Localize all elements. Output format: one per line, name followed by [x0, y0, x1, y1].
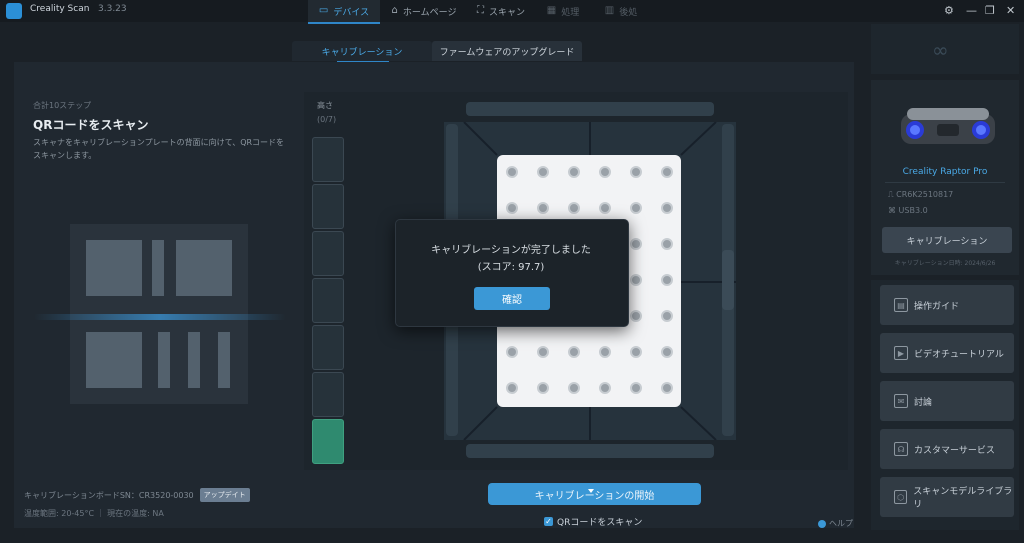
plate-dot — [568, 202, 580, 214]
plate-dot — [568, 382, 580, 394]
guide-icon: ▤ — [894, 298, 908, 312]
serial-icon: ⎍ — [888, 190, 897, 199]
height-segment — [312, 137, 344, 182]
scanner-image — [901, 108, 995, 144]
mouse-cursor-icon — [588, 489, 594, 493]
plate-dot — [506, 382, 518, 394]
height-value: (0/7) — [317, 115, 337, 124]
tab-scan[interactable]: ⛶ スキャン — [470, 0, 532, 22]
minimize-icon[interactable]: — — [966, 4, 977, 17]
completion-dialog — [395, 219, 629, 327]
step-count: 合計10ステップ — [33, 101, 92, 110]
height-segment — [312, 372, 344, 417]
height-segment — [312, 419, 344, 464]
height-segment — [312, 231, 344, 276]
subtab-calibration[interactable]: キャリブレーション — [292, 41, 432, 61]
menu-item-video[interactable]: ▶ ビデオチュートリアル — [880, 333, 1014, 373]
support-icon: ☊ — [894, 442, 908, 456]
rail-top — [466, 102, 714, 116]
plate-dot — [661, 238, 673, 250]
app-logo — [6, 3, 22, 19]
plate-dot — [661, 310, 673, 322]
qr-scan-label: QRコードをスキャン — [557, 518, 643, 528]
confirm-button[interactable]: 確認 — [474, 287, 550, 310]
plate-dot — [599, 202, 611, 214]
menu-item-support[interactable]: ☊ カスタマーサービス — [880, 429, 1014, 469]
dialog-message: キャリブレーションが完了しました — [431, 245, 591, 256]
plate-dot — [661, 346, 673, 358]
device-icon: ▭ — [318, 5, 329, 16]
tab-postprocess[interactable]: ▥ 後処 — [596, 0, 646, 22]
brand-logo-icon: ∞ — [932, 38, 949, 62]
plate-dot — [568, 346, 580, 358]
plate-dot — [630, 382, 642, 394]
plate-dot — [506, 166, 518, 178]
restore-icon[interactable]: ❐ — [985, 4, 995, 17]
height-segment — [312, 325, 344, 370]
plate-dot — [630, 274, 642, 286]
dialog-score: (スコア: 97.7) — [477, 262, 545, 273]
settings-icon[interactable]: ⚙ — [944, 4, 954, 17]
height-segment — [312, 278, 344, 323]
subtab-firmware[interactable]: ファームウェアのアップグレード — [432, 41, 582, 61]
update-badge[interactable]: アップデイト — [199, 488, 250, 502]
plate-dot — [661, 274, 673, 286]
plate-dot — [537, 202, 549, 214]
postprocess-icon: ▥ — [604, 5, 615, 16]
plate-dot — [506, 346, 518, 358]
app-title: Creality Scan — [30, 4, 90, 14]
tab-device[interactable]: ▭ デバイス — [308, 0, 380, 24]
calibration-date: キャリブレーション日時: 2024/6/26 — [894, 260, 996, 267]
device-serial: ⎍ CR6K2510817 — [888, 190, 954, 199]
help-icon — [818, 519, 826, 528]
scan-icon: ⛶ — [476, 5, 484, 16]
app-version: 3.3.23 — [98, 4, 127, 14]
step-description: スキャナをキャリブレーションプレートの背面に向けて、QRコードをスキャンします。 — [33, 138, 285, 160]
plate-dot — [537, 382, 549, 394]
step-title: QRコードをスキャン — [33, 118, 149, 132]
tab-home[interactable]: ⌂ ホームページ — [384, 0, 464, 22]
plate-dot — [537, 166, 549, 178]
forum-icon: ✉ — [894, 394, 908, 408]
plate-dot — [661, 202, 673, 214]
plate-dot — [599, 382, 611, 394]
home-icon: ⌂ — [391, 5, 398, 16]
usb-icon: ⌘ — [888, 206, 899, 215]
tab-process[interactable]: ▦ 処理 — [538, 0, 588, 22]
device-divider — [885, 182, 1005, 183]
device-name: Creality Raptor Pro — [902, 167, 988, 177]
plate-dot — [630, 166, 642, 178]
menu-item-library[interactable]: ⬡ スキャンモデルライブラリ — [880, 477, 1014, 517]
device-calibration-button[interactable]: キャリブレーション — [882, 227, 1012, 253]
height-segment — [312, 184, 344, 229]
plate-dot — [630, 238, 642, 250]
start-calibration-button[interactable]: キャリブレーションの開始 — [488, 483, 701, 505]
scan-line — [34, 314, 286, 320]
plate-dot — [630, 310, 642, 322]
plate-dot — [630, 202, 642, 214]
qr-scan-checkbox-row[interactable]: ✓ QRコードをスキャン — [544, 515, 642, 528]
plate-dot — [661, 166, 673, 178]
plate-dot — [661, 382, 673, 394]
plate-dot — [599, 166, 611, 178]
plate-dot — [599, 346, 611, 358]
checkbox-checked-icon[interactable]: ✓ — [544, 517, 553, 526]
menu-item-guide[interactable]: ▤ 操作ガイド — [880, 285, 1014, 325]
height-label: 高さ — [317, 101, 333, 110]
plate-dot — [506, 202, 518, 214]
temperature-info: 温度範囲: 20-45°C ｜ 現在の温度: NA — [24, 509, 164, 518]
plate-dot — [537, 346, 549, 358]
close-icon[interactable]: ✕ — [1006, 4, 1015, 17]
rail-knob — [722, 250, 734, 310]
board-info: キャリブレーションボードSN：CR3520-0030 アップデイト — [24, 488, 250, 502]
device-port: ⌘ USB3.0 — [888, 206, 928, 215]
rail-bottom — [466, 444, 714, 458]
menu-item-forum[interactable]: ✉ 討論 — [880, 381, 1014, 421]
plate-dot — [630, 346, 642, 358]
video-icon: ▶ — [894, 346, 908, 360]
help-link[interactable]: ヘルプ — [818, 518, 853, 529]
process-icon: ▦ — [546, 5, 557, 16]
plate-dot — [568, 166, 580, 178]
library-icon: ⬡ — [894, 490, 908, 504]
